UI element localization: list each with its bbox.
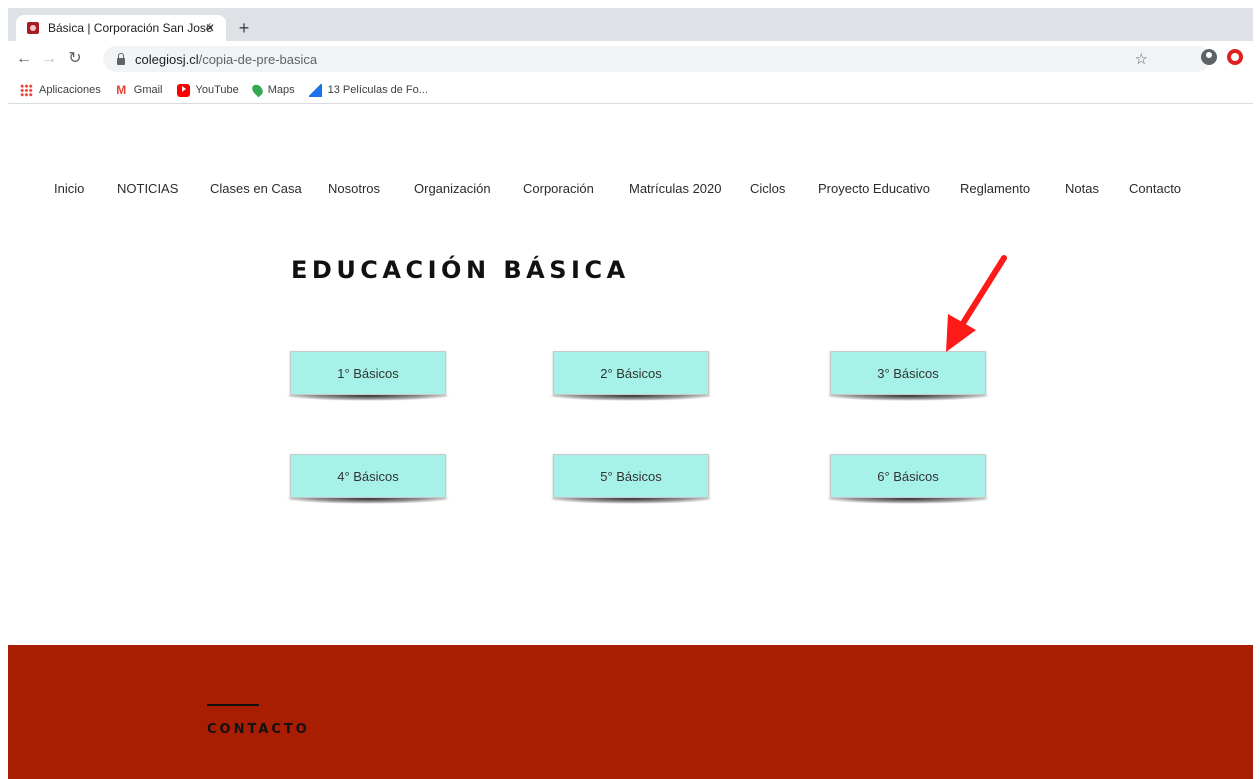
- back-icon[interactable]: ←: [14, 49, 34, 69]
- nav-proyecto-educativo[interactable]: Proyecto Educativo: [818, 181, 930, 196]
- bookmark-label: YouTube: [195, 84, 239, 96]
- address-bar[interactable]: colegiosj.cl/copia-de-pre-basica ☆: [103, 46, 1210, 72]
- nav-nosotros[interactable]: Nosotros: [328, 181, 380, 196]
- nav-corporacion[interactable]: Corporación: [523, 181, 594, 196]
- nav-notas[interactable]: Notas: [1065, 181, 1099, 196]
- tab-strip: Básica | Corporación San José ✕ +: [8, 8, 1253, 41]
- nav-organizacion[interactable]: Organización: [414, 181, 491, 196]
- bookmark-label: Gmail: [133, 84, 163, 96]
- close-tab-icon[interactable]: ✕: [202, 20, 218, 36]
- apps-icon: [20, 83, 33, 97]
- reload-icon[interactable]: ↻: [65, 49, 85, 69]
- bookmark-gmail[interactable]: M Gmail: [115, 82, 163, 97]
- extension-icon[interactable]: [1227, 49, 1243, 65]
- bookmark-label: Maps: [267, 84, 295, 96]
- nav-clases-en-casa[interactable]: Clases en Casa: [210, 181, 302, 196]
- bookmark-label: 13 Películas de Fo...: [327, 84, 428, 96]
- nav-inicio[interactable]: Inicio: [54, 181, 84, 196]
- bookmark-star-icon[interactable]: ☆: [1135, 50, 1148, 68]
- footer-divider: [207, 704, 259, 706]
- lock-icon: [117, 52, 125, 65]
- grade-button-label[interactable]: 2° Básicos: [553, 351, 709, 395]
- bookmark-peliculas[interactable]: 13 Películas de Fo...: [308, 83, 428, 97]
- grade-button-label[interactable]: 5° Básicos: [553, 454, 709, 498]
- grade-button-4[interactable]: 4° Básicos: [284, 454, 452, 504]
- nav-contacto[interactable]: Contacto: [1129, 181, 1181, 196]
- new-tab-button[interactable]: +: [233, 17, 255, 39]
- profile-icon[interactable]: [1201, 49, 1217, 65]
- bookmark-youtube[interactable]: YouTube: [176, 83, 239, 97]
- gmail-icon: M: [116, 82, 127, 97]
- web-page: Inicio NOTICIAS Clases en Casa Nosotros …: [8, 104, 1253, 779]
- youtube-icon: [176, 83, 190, 97]
- browser-toolbar: ← → ↻ colegiosj.cl/copia-de-pre-basica ☆: [8, 41, 1253, 77]
- site-favicon-icon: [27, 22, 39, 34]
- maps-icon: [249, 82, 265, 98]
- bookmark-label: Aplicaciones: [39, 84, 101, 96]
- nav-matriculas[interactable]: Matrículas 2020: [629, 181, 722, 196]
- grade-button-1[interactable]: 1° Básicos: [284, 351, 452, 401]
- forward-icon[interactable]: →: [39, 49, 59, 69]
- bookmark-apps[interactable]: Aplicaciones: [20, 83, 101, 97]
- url-text: colegiosj.cl/copia-de-pre-basica: [135, 51, 318, 67]
- footer-contact-label: CONTACTO: [207, 722, 310, 737]
- grade-button-6[interactable]: 6° Básicos: [824, 454, 992, 504]
- grade-button-5[interactable]: 5° Básicos: [547, 454, 715, 504]
- browser-tab[interactable]: Básica | Corporación San José ✕: [16, 15, 226, 41]
- grade-button-label[interactable]: 4° Básicos: [290, 454, 446, 498]
- grade-button-label[interactable]: 6° Básicos: [830, 454, 986, 498]
- bookmark-maps[interactable]: Maps: [249, 82, 295, 98]
- bookmarks-bar: Aplicaciones M Gmail YouTube Maps 13 Pel…: [8, 77, 1253, 104]
- nav-noticias[interactable]: NOTICIAS: [117, 181, 178, 196]
- film-icon: [308, 83, 322, 97]
- footer: CONTACTO: [8, 645, 1253, 779]
- browser-window: Básica | Corporación San José ✕ + ← → ↻ …: [8, 8, 1253, 779]
- red-arrow-annotation-icon: [946, 255, 1007, 352]
- grade-button-label[interactable]: 1° Básicos: [290, 351, 446, 395]
- nav-ciclos[interactable]: Ciclos: [750, 181, 785, 196]
- page-title: EDUCACIÓN BÁSICA: [291, 256, 630, 284]
- grade-button-2[interactable]: 2° Básicos: [547, 351, 715, 401]
- tab-title: Básica | Corporación San José: [48, 21, 213, 35]
- nav-reglamento[interactable]: Reglamento: [960, 181, 1030, 196]
